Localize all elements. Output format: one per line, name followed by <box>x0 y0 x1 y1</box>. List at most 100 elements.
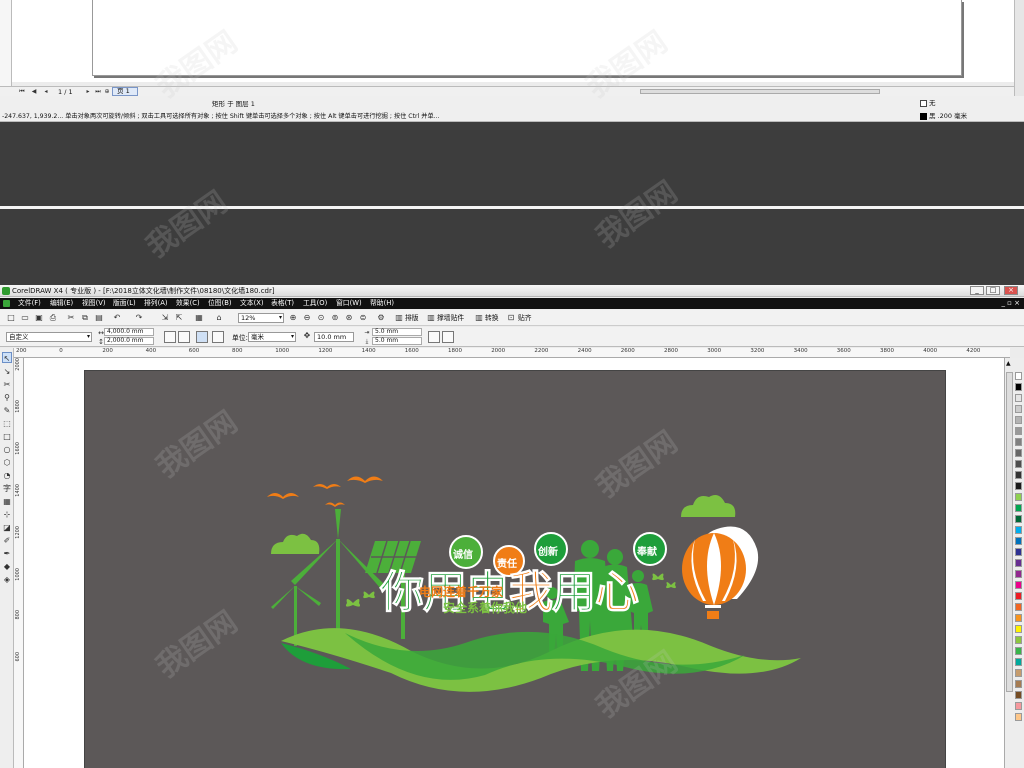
outline-indicator[interactable]: 黑 .200 毫米 <box>920 110 967 120</box>
title-bar[interactable]: CorelDRAW X4 ( 专业版 ) - [F:\2018立体文化墙\制作文… <box>0 285 1024 297</box>
color-swatch[interactable] <box>1015 482 1022 490</box>
drawing-page[interactable]: 你用电我用心 诚信 责任 创新 奉献 电网连着千万家 安全系着你我他 <box>84 370 946 768</box>
snap-icon[interactable]: ⊡ <box>506 313 516 323</box>
fill-indicator[interactable]: 无 <box>920 97 936 107</box>
color-swatch[interactable] <box>1015 471 1022 479</box>
import-icon[interactable]: ⇲ <box>160 313 170 323</box>
zoom-width-icon[interactable]: ⊛ <box>344 313 354 323</box>
color-swatch[interactable] <box>1015 713 1022 721</box>
redo-icon[interactable]: ↷ <box>134 313 144 323</box>
color-swatch[interactable] <box>1015 504 1022 512</box>
color-swatch[interactable] <box>1015 526 1022 534</box>
document-icon[interactable] <box>3 300 10 307</box>
typeset-button[interactable]: 排版 <box>405 313 419 323</box>
new-file-icon[interactable]: □ <box>6 313 16 323</box>
basic-shapes-icon[interactable]: ◔ <box>2 470 12 481</box>
menu-file[interactable]: 文件(F) <box>18 299 41 308</box>
color-swatch[interactable] <box>1015 603 1022 611</box>
landscape-icon[interactable] <box>178 331 190 343</box>
outline-tool-icon[interactable]: ✒ <box>2 548 12 559</box>
menu-effects[interactable]: 效果(C) <box>176 299 200 308</box>
interactive-tool-icon[interactable]: ◪ <box>2 522 12 533</box>
polygon-tool-icon[interactable]: ⬡ <box>2 457 12 468</box>
snap-button[interactable]: 贴齐 <box>518 313 532 323</box>
next-page-icon[interactable]: ▸ <box>84 88 92 95</box>
table-tool-icon[interactable]: ▦ <box>2 496 12 507</box>
options-icon[interactable]: ⚙ <box>376 313 386 323</box>
vertical-scrollbar[interactable] <box>1014 0 1024 96</box>
palette-scroll-up-icon[interactable]: ▲ <box>1006 360 1011 367</box>
welcome-screen-icon[interactable]: ⌂ <box>214 313 224 323</box>
color-swatch[interactable] <box>1015 405 1022 413</box>
color-swatch[interactable] <box>1015 680 1022 688</box>
print-icon[interactable]: ⎙ <box>48 313 58 323</box>
menu-bitmaps[interactable]: 位图(B) <box>208 299 232 308</box>
portrait-icon[interactable] <box>164 331 176 343</box>
menu-window[interactable]: 窗口(W) <box>336 299 362 308</box>
page-width-field[interactable]: 4,000.0 mm <box>104 328 154 336</box>
current-page-icon[interactable] <box>212 331 224 343</box>
color-swatch[interactable] <box>1015 493 1022 501</box>
menu-layout[interactable]: 版面(L) <box>113 299 136 308</box>
all-pages-icon[interactable] <box>196 331 208 343</box>
edit-width-icon[interactable] <box>428 331 440 343</box>
zoom-out-icon[interactable]: ⊖ <box>302 313 312 323</box>
convert-icon[interactable]: ▥ <box>474 313 484 323</box>
zoom-level-select[interactable]: 12% <box>238 313 284 323</box>
edit-height-icon[interactable] <box>442 331 454 343</box>
menu-view[interactable]: 视图(V) <box>82 299 106 308</box>
fill-tool-icon[interactable]: ◆ <box>2 561 12 572</box>
smart-fill-icon[interactable]: ⬚ <box>2 418 12 429</box>
copy-icon[interactable]: ⧉ <box>80 313 90 323</box>
menu-tools[interactable]: 工具(O) <box>303 299 327 308</box>
color-swatch[interactable] <box>1015 625 1022 633</box>
color-swatch[interactable] <box>1015 537 1022 545</box>
color-swatch[interactable] <box>1015 691 1022 699</box>
color-swatch[interactable] <box>1015 383 1022 391</box>
color-swatch[interactable] <box>1015 427 1022 435</box>
color-swatch[interactable] <box>1015 570 1022 578</box>
color-swatch[interactable] <box>1015 548 1022 556</box>
last-page-icon[interactable]: ⏭ <box>94 88 102 95</box>
zoom-tool-icon[interactable]: ⚲ <box>2 392 12 403</box>
document-window-controls[interactable]: _ ▫ × <box>1001 299 1020 307</box>
application-launcher-icon[interactable]: ▦ <box>194 313 204 323</box>
add-page-icon[interactable]: ⊕ <box>103 88 111 95</box>
open-file-icon[interactable]: ▭ <box>20 313 30 323</box>
paper-preset-select[interactable]: 自定义 <box>6 332 92 342</box>
units-select[interactable]: 毫米 <box>248 332 296 342</box>
color-swatch[interactable] <box>1015 581 1022 589</box>
color-swatch[interactable] <box>1015 669 1022 677</box>
duplicate-distance-y-field[interactable]: 5.0 mm <box>372 337 422 345</box>
color-swatch[interactable] <box>1015 438 1022 446</box>
crop-tool-icon[interactable]: ✂ <box>2 379 12 390</box>
shape-tool-icon[interactable]: ↘ <box>2 366 12 377</box>
pick-tool-icon[interactable]: ↖ <box>2 352 12 363</box>
close-button[interactable]: × <box>1004 286 1018 295</box>
wrap-parts-button[interactable]: 撑墙贴件 <box>437 313 464 323</box>
menu-table[interactable]: 表格(T) <box>271 299 294 308</box>
typeset-icon[interactable]: ▥ <box>394 313 404 323</box>
zoom-page-icon[interactable]: ⊙ <box>316 313 326 323</box>
wrap-icon[interactable]: ▥ <box>426 313 436 323</box>
menu-text[interactable]: 文本(X) <box>240 299 264 308</box>
page-height-field[interactable]: 2,000.0 mm <box>104 337 154 345</box>
color-swatch[interactable] <box>1015 658 1022 666</box>
horizontal-ruler[interactable]: 200 0 200 400 600 800 1000 1200 1400 1600 1800 2000… <box>14 348 1010 358</box>
drawing-canvas[interactable]: 你用电我用心 诚信 责任 创新 奉献 电网连着千万家 安全系着你我他 <box>24 358 1004 768</box>
convert-button[interactable]: 转换 <box>485 313 499 323</box>
nudge-distance-field[interactable]: 10.0 mm <box>314 332 354 342</box>
interactive-fill-icon[interactable]: ◈ <box>2 574 12 585</box>
dimension-tool-icon[interactable]: ⊹ <box>2 509 12 520</box>
zoom-selected-icon[interactable]: ⊚ <box>330 313 340 323</box>
ellipse-tool-icon[interactable]: ○ <box>2 444 12 455</box>
save-icon[interactable]: ▣ <box>34 313 44 323</box>
menu-edit[interactable]: 编辑(E) <box>50 299 73 308</box>
eyedropper-icon[interactable]: ✐ <box>2 535 12 546</box>
menu-arrange[interactable]: 排列(A) <box>144 299 168 308</box>
maximize-button[interactable]: □ <box>986 286 1000 295</box>
minimize-button[interactable]: _ <box>970 286 984 295</box>
text-tool-icon[interactable]: 字 <box>2 483 12 494</box>
prev-page-icon[interactable]: ◂ <box>42 88 50 95</box>
color-swatch[interactable] <box>1015 559 1022 567</box>
